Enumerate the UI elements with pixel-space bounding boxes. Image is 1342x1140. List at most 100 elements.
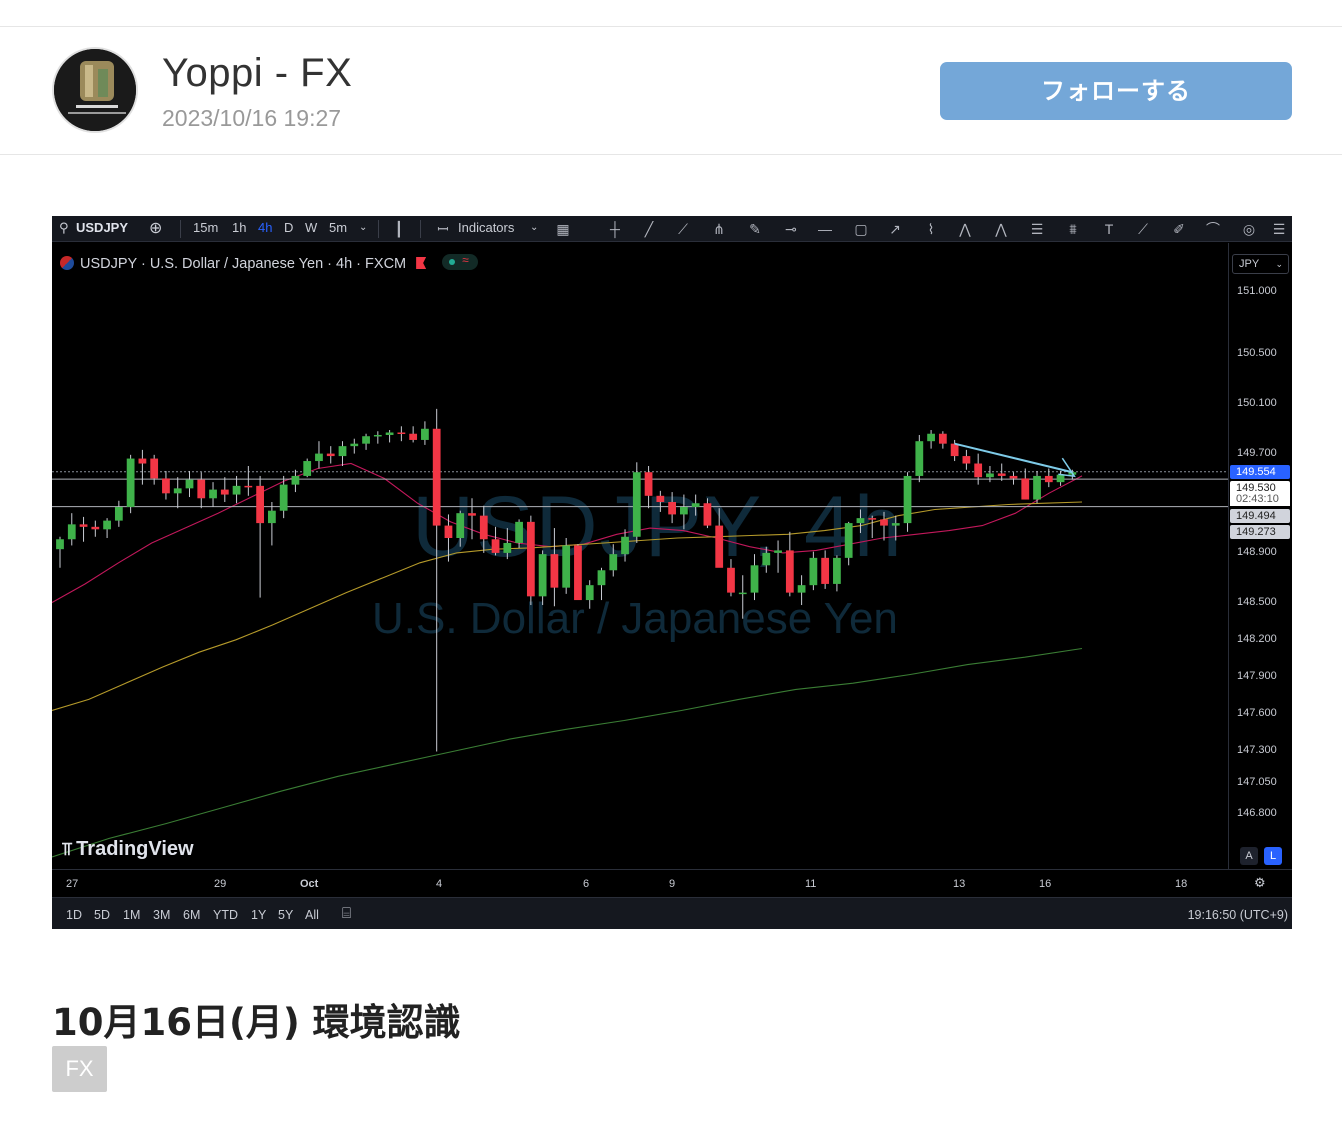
market-flag-icon[interactable]: [416, 257, 427, 269]
horizontal-ray-icon[interactable]: ⊸: [782, 220, 800, 238]
pen-tool-icon[interactable]: ✐: [1170, 220, 1188, 238]
settings-icon[interactable]: ◎: [1240, 220, 1258, 238]
indicators-chevron-down-icon[interactable]: ⌄: [530, 222, 538, 233]
candle-body: [727, 567, 735, 593]
candle-style-icon[interactable]: ┃: [390, 220, 408, 238]
fib-retracement-icon[interactable]: ☰: [1028, 220, 1046, 238]
author-avatar[interactable]: [52, 47, 138, 133]
measure-tool-icon[interactable]: ⟋: [1134, 220, 1152, 238]
elliott-wave-icon[interactable]: ⋀: [956, 220, 974, 238]
cursor-icon[interactable]: ┼: [606, 220, 624, 238]
curve-tool-icon[interactable]: ⌒: [1204, 220, 1222, 238]
range-5y[interactable]: 5Y: [278, 908, 293, 922]
last-price-tag: 149.554: [1230, 464, 1290, 479]
range-1y[interactable]: 1Y: [251, 908, 266, 922]
horizontal-line-icon[interactable]: —: [816, 220, 834, 238]
candle-body: [1056, 474, 1065, 483]
pitchfork-tool-icon[interactable]: ⋔: [710, 220, 728, 238]
brush-tool-icon[interactable]: ✎: [746, 220, 764, 238]
tradingview-logo[interactable]: ⫪ TradingView: [62, 838, 194, 861]
post-header: Yoppi - FX 2023/10/16 19:27 フォローする: [0, 27, 1342, 155]
price-tick-label: 149.700: [1237, 446, 1277, 459]
candle-body: [67, 524, 76, 540]
interval-15m[interactable]: 15m: [193, 220, 218, 235]
legend-text: USDJPY · U.S. Dollar / Japanese Yen · 4h…: [80, 256, 407, 272]
trendline-tool-icon[interactable]: ╱: [640, 220, 658, 238]
candle-body: [173, 488, 182, 494]
range-1d[interactable]: 1D: [66, 908, 82, 922]
candle-body: [821, 557, 830, 584]
candle-body: [79, 524, 88, 527]
moving-average-ma_slow: [52, 647, 1083, 858]
range-3m[interactable]: 3M: [153, 908, 170, 922]
interval-5m[interactable]: 5m: [329, 220, 347, 235]
candle-body: [220, 489, 229, 495]
interval-d[interactable]: D: [284, 220, 293, 235]
volume-profile-icon[interactable]: ⩩: [1064, 220, 1082, 238]
trendline: [954, 442, 1073, 474]
rectangle-tool-icon[interactable]: ▢: [852, 220, 870, 238]
search-icon[interactable]: ⚲: [59, 220, 69, 236]
currency-select[interactable]: JPY ⌄: [1232, 254, 1289, 274]
layout-grid-icon[interactable]: ▦: [554, 220, 572, 238]
candle-body: [150, 458, 159, 479]
price-tick-label: 148.200: [1237, 632, 1277, 645]
candle-body: [609, 554, 618, 571]
candle-body: [91, 526, 100, 530]
candle-body: [162, 478, 170, 494]
text-tool-icon[interactable]: T: [1100, 220, 1118, 238]
interval-4h[interactable]: 4h: [258, 220, 272, 235]
toolbar-divider: [180, 220, 181, 238]
candle-body: [138, 458, 147, 464]
price-tick-label: 147.600: [1237, 707, 1277, 720]
candle-body: [880, 519, 888, 526]
interval-1h[interactable]: 1h: [232, 220, 246, 235]
price-axis[interactable]: 151.000 150.500 150.100 149.700 148.900 148.5…: [1228, 243, 1292, 869]
range-1m[interactable]: 1M: [123, 908, 140, 922]
add-symbol-icon[interactable]: ⊕: [149, 218, 162, 238]
candle-body: [397, 432, 406, 434]
time-axis-settings-icon[interactable]: ⚙: [1254, 875, 1266, 891]
candle-body: [903, 475, 912, 524]
range-all[interactable]: All: [305, 908, 319, 922]
time-axis[interactable]: 27 29 Oct 4 6 9 11 13 16 18 ⚙: [52, 869, 1292, 897]
interval-w[interactable]: W: [305, 220, 317, 235]
indicators-icon[interactable]: ꟷ: [434, 220, 452, 238]
range-ytd[interactable]: YTD: [213, 908, 238, 922]
range-5d[interactable]: 5D: [94, 908, 110, 922]
candle-body: [114, 506, 123, 521]
ray-tool-icon[interactable]: ⟋: [674, 220, 692, 238]
time-tick-label: 13: [953, 878, 966, 890]
candle-body: [385, 432, 394, 435]
goto-date-icon[interactable]: ⌸: [342, 905, 351, 922]
candle-body: [185, 479, 194, 489]
candle-body: [585, 585, 594, 601]
arrow-tool-icon[interactable]: ↗: [886, 220, 904, 238]
indicators-button[interactable]: Indicators: [458, 220, 514, 235]
time-tick-label: 6: [583, 878, 590, 890]
candle-body: [950, 443, 959, 457]
candle-body: [279, 484, 288, 511]
bar-countdown: 02:43:10: [1230, 492, 1290, 506]
object-tree-icon[interactable]: ☰: [1270, 220, 1288, 238]
candle-body: [1044, 475, 1053, 483]
range-6m[interactable]: 6M: [183, 908, 200, 922]
author-name[interactable]: Yoppi - FX: [162, 51, 352, 96]
price-tick-label: 151.000: [1237, 285, 1277, 298]
chart-clock[interactable]: 19:16:50 (UTC+9): [1188, 908, 1288, 922]
interval-chevron-down-icon[interactable]: ⌄: [359, 222, 367, 233]
log-scale-button[interactable]: L: [1264, 847, 1282, 865]
candle-body: [338, 446, 347, 457]
post-tag[interactable]: FX: [52, 1046, 107, 1092]
auto-scale-button[interactable]: A: [1240, 847, 1258, 865]
candle-body: [503, 542, 512, 553]
path-tool-icon[interactable]: ⌇: [922, 220, 940, 238]
candle-body: [197, 479, 206, 499]
follow-button[interactable]: フォローする: [940, 62, 1292, 120]
currency-chevron-down-icon: ⌄: [1275, 259, 1283, 269]
candle-body: [750, 565, 759, 593]
candlestick-plot[interactable]: [52, 243, 1292, 897]
candle-body: [315, 453, 323, 462]
symbol-search[interactable]: USDJPY: [76, 220, 128, 235]
abc-pattern-icon[interactable]: ⋀: [992, 220, 1010, 238]
